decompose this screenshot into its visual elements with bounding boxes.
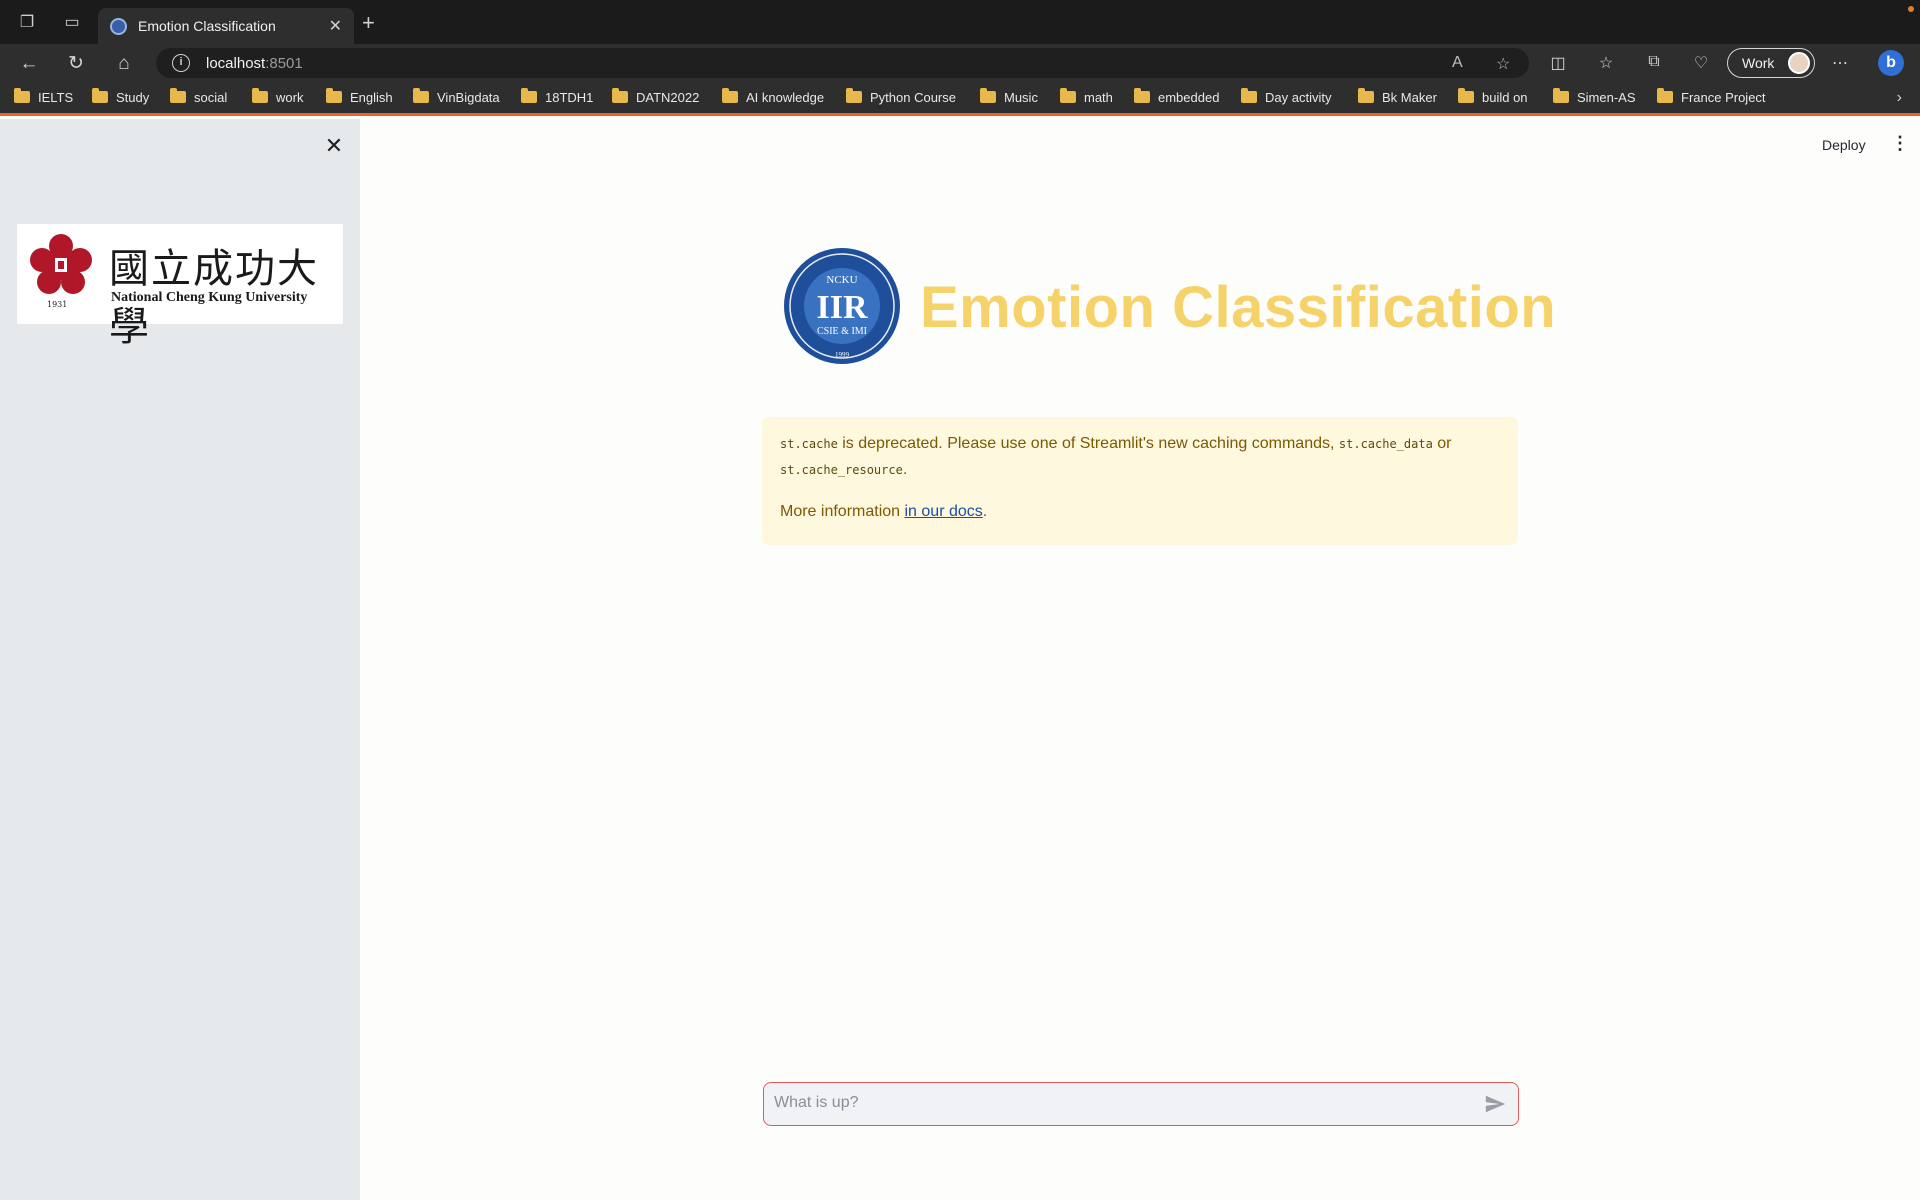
tab-favicon-icon (110, 18, 127, 35)
bookmark-folder[interactable]: social (170, 88, 227, 108)
folder-icon (1358, 88, 1374, 103)
new-tab-icon[interactable]: + (362, 10, 375, 36)
profile-button[interactable]: Work (1727, 48, 1815, 78)
profile-avatar (1788, 52, 1810, 74)
folder-icon (1458, 88, 1474, 103)
split-screen-icon[interactable]: ◫ (1547, 53, 1569, 73)
docs-link[interactable]: in our docs (905, 503, 983, 520)
folder-icon (612, 88, 628, 103)
iir-lab-logo: NCKU IIR CSIE & IMI 1999 (784, 248, 900, 364)
bookmark-folder[interactable]: Day activity (1241, 88, 1331, 108)
favorite-star-icon[interactable]: ☆ (1496, 54, 1510, 74)
folder-icon (252, 88, 268, 103)
ncku-english-name: National Cheng Kung University (111, 290, 308, 305)
favorites-icon[interactable]: ☆ (1595, 53, 1617, 73)
bookmark-folder[interactable]: France Project (1657, 88, 1766, 108)
folder-icon (722, 88, 738, 103)
folder-icon (846, 88, 862, 103)
site-info-icon[interactable]: i (172, 54, 190, 72)
home-icon[interactable]: ⌂ (112, 52, 136, 76)
folder-icon (326, 88, 342, 103)
iir-logo-top: NCKU (826, 274, 857, 286)
bookmark-folder[interactable]: work (252, 88, 303, 108)
browser-tab[interactable]: Emotion Classification ✕ (98, 8, 354, 44)
bookmark-folder[interactable]: VinBigdata (413, 88, 500, 108)
bookmark-folder[interactable]: build on (1458, 88, 1528, 108)
main-menu-icon[interactable]: ⋮ (1890, 133, 1910, 154)
ncku-emblem-icon (30, 234, 92, 294)
folder-icon (1134, 88, 1150, 103)
url-field[interactable]: i localhost:8501 A ☆ (156, 48, 1529, 78)
deploy-button[interactable]: Deploy (1822, 137, 1866, 153)
tab-title: Emotion Classification (138, 18, 276, 34)
tab-actions-icon[interactable]: ▭ (61, 12, 83, 34)
bookmark-folder[interactable]: DATN2022 (612, 88, 699, 108)
url-text: localhost:8501 (206, 55, 303, 72)
notification-dot (1908, 6, 1914, 12)
folder-icon (1241, 88, 1257, 103)
main-content: Deploy ⋮ NCKU IIR CSIE & IMI 1999 Emotio… (360, 119, 1920, 1200)
folder-icon (1657, 88, 1673, 103)
chat-input[interactable]: What is up? (763, 1082, 1519, 1126)
folder-icon (980, 88, 996, 103)
folder-icon (14, 88, 30, 103)
bookmark-folder[interactable]: IELTS (14, 88, 73, 108)
bookmark-folder[interactable]: Bk Maker (1358, 88, 1437, 108)
workspaces-icon[interactable]: ❐ (16, 12, 38, 34)
collections-icon[interactable]: ⧉ (1643, 53, 1665, 71)
bookmark-folder[interactable]: embedded (1134, 88, 1219, 108)
ncku-logo: 1931 國立成功大學 National Cheng Kung Universi… (17, 224, 343, 350)
folder-icon (521, 88, 537, 103)
browser-tab-bar: ❐ ▭ Emotion Classification ✕ + (0, 0, 1920, 44)
bing-copilot-icon[interactable]: b (1878, 50, 1904, 76)
bookmark-folder[interactable]: Python Course (846, 88, 956, 108)
folder-icon (413, 88, 429, 103)
bookmark-folder[interactable]: Study (92, 88, 149, 108)
back-icon[interactable]: ← (17, 52, 41, 76)
bookmark-folder[interactable]: Music (980, 88, 1038, 108)
deprecation-warning: st.cache is deprecated. Please use one o… (762, 417, 1518, 545)
ncku-year: 1931 (47, 300, 68, 309)
browser-essentials-icon[interactable]: ♡ (1690, 53, 1712, 73)
bookmark-folder[interactable]: 18TDH1 (521, 88, 593, 108)
bookmark-folder[interactable]: Simen-AS (1553, 88, 1636, 108)
folder-icon (170, 88, 186, 103)
warning-line: st.cache_resource. (780, 461, 908, 478)
sidebar: ✕ 1931 國立成功大學 National Cheng Kung Univer… (0, 119, 360, 1200)
browser-address-bar: ← ↻ ⌂ i localhost:8501 A ☆ ◫ ☆ ⧉ ♡ Work … (0, 44, 1920, 82)
refresh-icon[interactable]: ↻ (64, 52, 88, 76)
folder-icon (92, 88, 108, 103)
bookmarks-bar: IELTS Study social work English VinBigda… (0, 82, 1920, 116)
close-sidebar-icon[interactable]: ✕ (322, 133, 346, 159)
tab-close-icon[interactable]: ✕ (329, 16, 342, 36)
read-aloud-icon[interactable]: A (1452, 54, 1463, 72)
folder-icon (1553, 88, 1569, 103)
send-icon[interactable] (1484, 1093, 1506, 1115)
bookmark-folder[interactable]: English (326, 88, 393, 108)
bookmark-folder[interactable]: AI knowledge (722, 88, 824, 108)
iir-logo-year: 1999 (835, 351, 850, 359)
warning-more-info: More information in our docs. (780, 503, 988, 520)
iir-logo-center: IIR (816, 289, 867, 326)
bookmarks-overflow-icon[interactable]: › (1897, 89, 1902, 107)
profile-name: Work (1742, 55, 1775, 71)
folder-icon (1060, 88, 1076, 103)
more-menu-icon[interactable]: ⋯ (1829, 53, 1851, 73)
warning-line: st.cache is deprecated. Please use one o… (780, 435, 1452, 452)
chat-placeholder: What is up? (774, 1094, 859, 1111)
page-title: Emotion Classification (920, 275, 1557, 340)
iir-logo-bottom: CSIE & IMI (817, 326, 867, 337)
bookmark-folder[interactable]: math (1060, 88, 1113, 108)
